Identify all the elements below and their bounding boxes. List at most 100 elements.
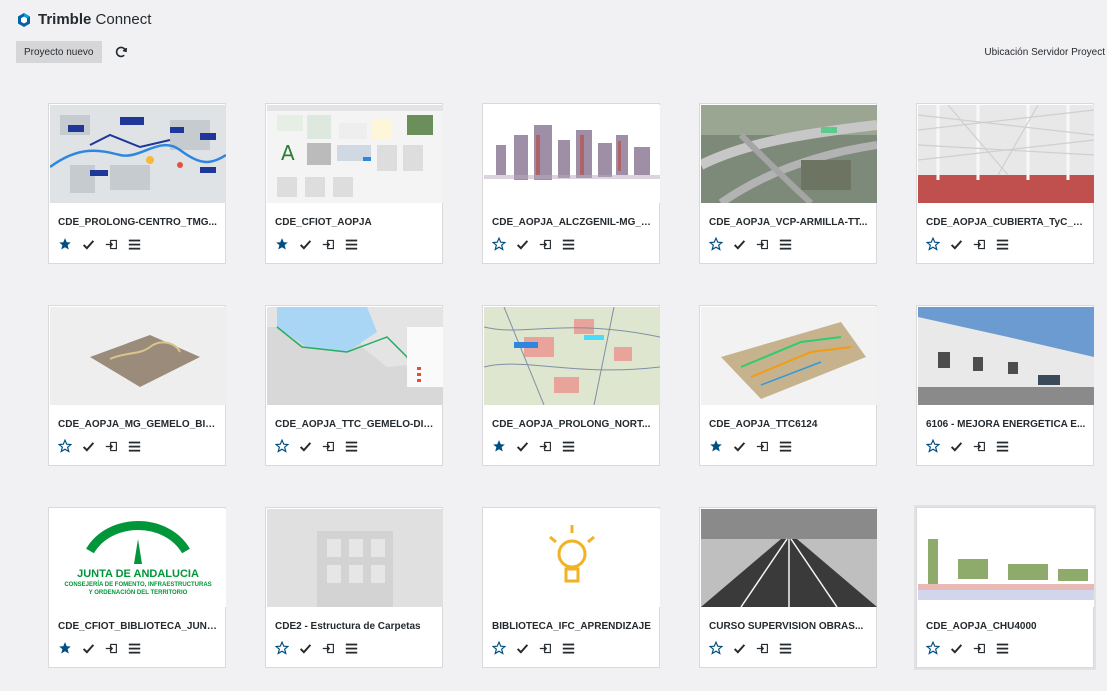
project-thumbnail[interactable] bbox=[50, 307, 226, 405]
star-icon[interactable] bbox=[58, 439, 72, 453]
menu-icon[interactable] bbox=[995, 641, 1009, 655]
project-title[interactable]: CDE2 - Estructura de Carpetas bbox=[275, 621, 435, 632]
project-card[interactable]: CDE_AOPJA_TTC_GEMELO-DIG... bbox=[265, 305, 443, 466]
enter-project-icon[interactable] bbox=[755, 641, 769, 655]
menu-icon[interactable] bbox=[127, 641, 141, 655]
star-icon[interactable] bbox=[709, 237, 723, 251]
project-thumbnail[interactable] bbox=[484, 307, 660, 405]
checkmark-icon[interactable] bbox=[732, 439, 746, 453]
project-title[interactable]: CDE_AOPJA_CUBIERTA_TyC_T... bbox=[926, 217, 1086, 228]
project-card[interactable]: CDE_AOPJA_CUBIERTA_TyC_T... bbox=[916, 103, 1094, 264]
project-card[interactable]: CDE_AOPJA_TTC6124 bbox=[699, 305, 877, 466]
enter-project-icon[interactable] bbox=[972, 439, 986, 453]
checkmark-icon[interactable] bbox=[81, 641, 95, 655]
menu-icon[interactable] bbox=[344, 641, 358, 655]
project-thumbnail[interactable] bbox=[918, 105, 1094, 203]
project-title[interactable]: CDE_CFIOT_BIBLIOTECA_JUNT... bbox=[58, 621, 218, 632]
menu-icon[interactable] bbox=[995, 439, 1009, 453]
menu-icon[interactable] bbox=[561, 641, 575, 655]
menu-icon[interactable] bbox=[561, 439, 575, 453]
enter-project-icon[interactable] bbox=[321, 641, 335, 655]
project-card[interactable]: CURSO SUPERVISION OBRAS... bbox=[699, 507, 877, 668]
project-title[interactable]: CDE_AOPJA_CHU4000 bbox=[926, 621, 1086, 632]
enter-project-icon[interactable] bbox=[755, 439, 769, 453]
checkmark-icon[interactable] bbox=[949, 439, 963, 453]
server-location-label[interactable]: Ubicación Servidor Proyect bbox=[984, 47, 1105, 58]
star-filled-icon[interactable] bbox=[709, 439, 723, 453]
project-thumbnail[interactable] bbox=[701, 307, 877, 405]
enter-project-icon[interactable] bbox=[755, 237, 769, 251]
project-thumbnail[interactable] bbox=[267, 307, 443, 405]
trimble-connect-logo[interactable]: Trimble Connect bbox=[16, 11, 151, 28]
checkmark-icon[interactable] bbox=[298, 439, 312, 453]
star-icon[interactable] bbox=[492, 237, 506, 251]
project-thumbnail[interactable] bbox=[918, 509, 1094, 607]
star-filled-icon[interactable] bbox=[492, 439, 506, 453]
menu-icon[interactable] bbox=[127, 237, 141, 251]
project-card[interactable]: CDE_AOPJA_CHU4000 bbox=[916, 507, 1094, 668]
star-filled-icon[interactable] bbox=[58, 641, 72, 655]
star-icon[interactable] bbox=[275, 641, 289, 655]
checkmark-icon[interactable] bbox=[298, 641, 312, 655]
project-title[interactable]: BIBLIOTECA_IFC_APRENDIZAJE bbox=[492, 621, 652, 632]
project-card[interactable]: CDE_AOPJA_ALCZGENIL-MG_T... bbox=[482, 103, 660, 264]
refresh-icon[interactable] bbox=[114, 45, 128, 59]
star-icon[interactable] bbox=[926, 641, 940, 655]
enter-project-icon[interactable] bbox=[538, 237, 552, 251]
checkmark-icon[interactable] bbox=[732, 237, 746, 251]
project-title[interactable]: CDE_AOPJA_VCP-ARMILLA-TT... bbox=[709, 217, 869, 228]
menu-icon[interactable] bbox=[995, 237, 1009, 251]
project-title[interactable]: CDE_AOPJA_PROLONG_NORT... bbox=[492, 419, 652, 430]
project-card[interactable]: BIBLIOTECA_IFC_APRENDIZAJE bbox=[482, 507, 660, 668]
star-icon[interactable] bbox=[492, 641, 506, 655]
project-title[interactable]: CDE_AOPJA_TTC6124 bbox=[709, 419, 869, 430]
project-card[interactable]: CDE2 - Estructura de Carpetas bbox=[265, 507, 443, 668]
enter-project-icon[interactable] bbox=[321, 237, 335, 251]
menu-icon[interactable] bbox=[344, 439, 358, 453]
new-project-button[interactable]: Proyecto nuevo bbox=[16, 41, 102, 63]
checkmark-icon[interactable] bbox=[949, 641, 963, 655]
enter-project-icon[interactable] bbox=[538, 439, 552, 453]
star-filled-icon[interactable] bbox=[58, 237, 72, 251]
project-title[interactable]: CDE_AOPJA_ALCZGENIL-MG_T... bbox=[492, 217, 652, 228]
project-thumbnail[interactable]: JUNTA DE ANDALUCIA CONSEJERÍA DE FOMENTO,… bbox=[50, 509, 226, 607]
checkmark-icon[interactable] bbox=[515, 641, 529, 655]
project-card[interactable]: CDE_AOPJA_VCP-ARMILLA-TT... bbox=[699, 103, 877, 264]
project-card[interactable]: A CDE_CFIOT_AOPJA bbox=[265, 103, 443, 264]
project-title[interactable]: CDE_AOPJA_MG_GEMELO_BIM... bbox=[58, 419, 218, 430]
project-thumbnail[interactable] bbox=[918, 307, 1094, 405]
checkmark-icon[interactable] bbox=[81, 439, 95, 453]
menu-icon[interactable] bbox=[127, 439, 141, 453]
project-title[interactable]: CURSO SUPERVISION OBRAS... bbox=[709, 621, 869, 632]
menu-icon[interactable] bbox=[344, 237, 358, 251]
enter-project-icon[interactable] bbox=[972, 237, 986, 251]
enter-project-icon[interactable] bbox=[972, 641, 986, 655]
checkmark-icon[interactable] bbox=[298, 237, 312, 251]
enter-project-icon[interactable] bbox=[538, 641, 552, 655]
project-title[interactable]: 6106 - MEJORA ENERGÉTICA E... bbox=[926, 419, 1086, 430]
project-card[interactable]: CDE_AOPJA_MG_GEMELO_BIM... bbox=[48, 305, 226, 466]
star-icon[interactable] bbox=[709, 641, 723, 655]
project-thumbnail[interactable] bbox=[267, 509, 443, 607]
project-thumbnail[interactable] bbox=[701, 509, 877, 607]
enter-project-icon[interactable] bbox=[104, 641, 118, 655]
project-thumbnail[interactable] bbox=[701, 105, 877, 203]
enter-project-icon[interactable] bbox=[321, 439, 335, 453]
enter-project-icon[interactable] bbox=[104, 237, 118, 251]
project-card[interactable]: CDE_PROLONG-CENTRO_TMG... bbox=[48, 103, 226, 264]
checkmark-icon[interactable] bbox=[949, 237, 963, 251]
star-icon[interactable] bbox=[275, 439, 289, 453]
project-thumbnail[interactable] bbox=[50, 105, 226, 203]
project-title[interactable]: CDE_AOPJA_TTC_GEMELO-DIG... bbox=[275, 419, 435, 430]
menu-icon[interactable] bbox=[778, 641, 792, 655]
star-icon[interactable] bbox=[926, 439, 940, 453]
checkmark-icon[interactable] bbox=[515, 237, 529, 251]
menu-icon[interactable] bbox=[778, 439, 792, 453]
project-card[interactable]: 6106 - MEJORA ENERGÉTICA E... bbox=[916, 305, 1094, 466]
project-title[interactable]: CDE_PROLONG-CENTRO_TMG... bbox=[58, 217, 218, 228]
project-thumbnail[interactable]: A bbox=[267, 105, 443, 203]
checkmark-icon[interactable] bbox=[515, 439, 529, 453]
star-filled-icon[interactable] bbox=[275, 237, 289, 251]
checkmark-icon[interactable] bbox=[732, 641, 746, 655]
enter-project-icon[interactable] bbox=[104, 439, 118, 453]
